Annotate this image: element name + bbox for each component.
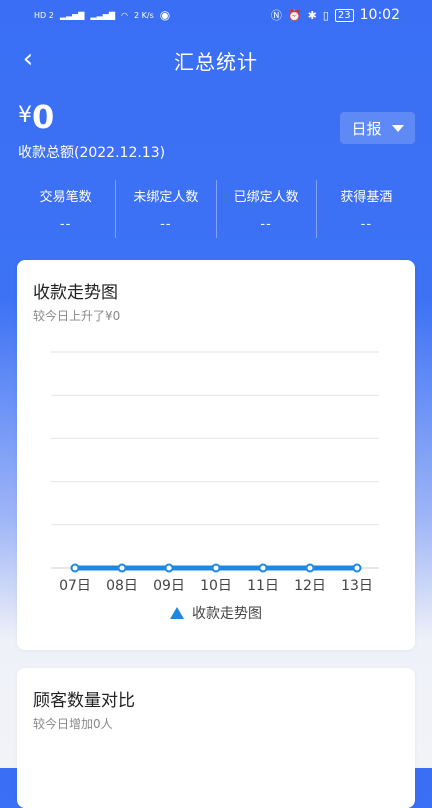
status-left: HD 2 ▂▃▅▇ ▂▃▅▇ ◠ 2 K/s ◉ xyxy=(34,8,170,22)
net-speed: 2 K/s xyxy=(134,10,154,20)
x-tick-label: 13日 xyxy=(341,578,373,594)
stat-value: -- xyxy=(160,217,172,232)
battery-icon: 23 xyxy=(334,8,354,22)
data-point[interactable] xyxy=(117,563,127,573)
trend-chart: 07日 08日 09日 10日 11日 12日 13日 xyxy=(51,351,379,594)
bluetooth-icon: ✱ xyxy=(307,8,317,22)
nav-bar: ‹ 汇总统计 xyxy=(0,40,432,80)
period-dropdown[interactable]: 日报 xyxy=(340,112,415,144)
x-tick-label: 09日 xyxy=(153,578,185,594)
data-point[interactable] xyxy=(352,563,362,573)
data-point[interactable] xyxy=(70,563,80,573)
card-title: 顾客数量对比 xyxy=(33,691,135,711)
legend-label: 收款走势图 xyxy=(192,606,262,622)
stats-row: 交易笔数 -- 未绑定人数 -- 已绑定人数 -- 获得基酒 -- xyxy=(16,180,416,238)
stat-value: -- xyxy=(360,217,373,232)
caret-down-icon xyxy=(391,124,404,132)
amount-value: 0 xyxy=(32,98,55,136)
stat-label: 未绑定人数 xyxy=(133,190,199,205)
page-title: 汇总统计 xyxy=(174,50,258,74)
period-label: 日报 xyxy=(351,119,382,138)
stat-value: -- xyxy=(59,217,72,232)
stat-unbound: 未绑定人数 -- xyxy=(116,180,217,238)
alarm-icon: ⏰ xyxy=(287,8,302,22)
card-subtitle: 较今日增加0人 xyxy=(33,717,113,731)
x-tick-label: 12日 xyxy=(294,578,326,594)
nfc-icon: Ⓝ xyxy=(270,9,282,22)
chart-legend[interactable]: 收款走势图 xyxy=(17,603,415,623)
stat-label: 已绑定人数 xyxy=(233,190,299,205)
hd-icon: HD 2 xyxy=(34,10,54,20)
signal-icon: ▂▃▅▇ xyxy=(90,10,116,20)
data-point[interactable] xyxy=(258,563,268,573)
clock: 10:02 xyxy=(359,7,400,23)
stat-base-liquor: 获得基酒 -- xyxy=(317,180,416,238)
data-point[interactable] xyxy=(211,563,221,573)
stat-bound: 已绑定人数 -- xyxy=(217,180,317,238)
amount-label: 收款总额(2022.12.13) xyxy=(18,145,166,161)
vibrate-icon: ▯ xyxy=(322,8,329,22)
x-tick-label: 11日 xyxy=(247,578,279,594)
stat-label: 交易笔数 xyxy=(39,190,92,205)
signal-icon: ▂▃▅▇ xyxy=(59,10,85,20)
eye-icon: ◉ xyxy=(159,8,171,22)
stat-value: -- xyxy=(260,217,272,232)
stat-label: 获得基酒 xyxy=(340,190,393,205)
data-point[interactable] xyxy=(164,563,174,573)
status-right: Ⓝ ⏰ ✱ ▯ 23 10:02 xyxy=(271,7,400,23)
x-tick-label: 10日 xyxy=(200,578,232,594)
total-amount: ¥0 xyxy=(18,98,54,136)
x-tick-label: 08日 xyxy=(106,578,138,594)
customers-card: 顾客数量对比 较今日增加0人 xyxy=(17,668,415,808)
currency-symbol: ¥ xyxy=(18,103,32,128)
trend-card: 收款走势图 较今日上升了¥0 07日 08日 09日 10日 11日 12日 13日 收款走… xyxy=(17,260,415,650)
status-bar: HD 2 ▂▃▅▇ ▂▃▅▇ ◠ 2 K/s ◉ Ⓝ ⏰ ✱ ▯ 23 10:0… xyxy=(0,0,432,34)
x-tick-label: 07日 xyxy=(59,578,91,594)
stat-transactions: 交易笔数 -- xyxy=(16,180,117,238)
legend-triangle-icon xyxy=(170,607,184,619)
wifi-icon: ◠ xyxy=(121,10,129,20)
data-point[interactable] xyxy=(305,563,315,573)
